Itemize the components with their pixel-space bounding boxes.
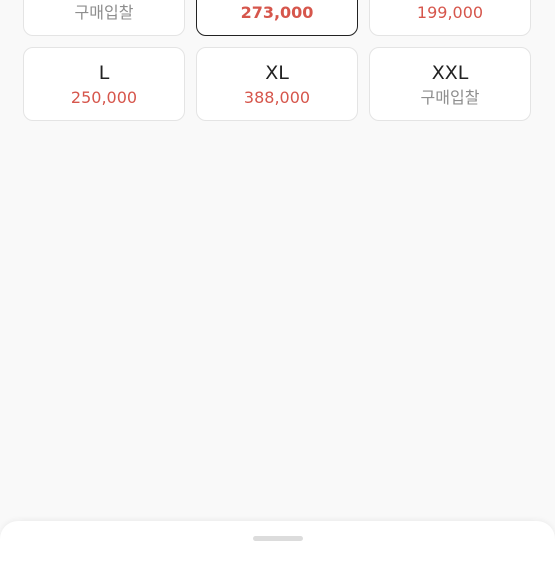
size-option-xxl[interactable]: XXL 구매입찰 bbox=[369, 47, 531, 121]
size-option-top-right[interactable]: 199,000 bbox=[369, 0, 531, 36]
size-label: L bbox=[98, 62, 110, 84]
size-options-grid: 구매입찰 273,000 199,000 L 250,000 XL 388,00… bbox=[23, 0, 533, 121]
size-price: 199,000 bbox=[416, 3, 484, 22]
size-price: 구매입찰 bbox=[420, 88, 480, 107]
drag-handle[interactable] bbox=[253, 536, 303, 541]
size-option-top-left[interactable]: 구매입찰 bbox=[23, 0, 185, 36]
size-option-l[interactable]: L 250,000 bbox=[23, 47, 185, 121]
size-label: XXL bbox=[431, 62, 469, 84]
size-label: XL bbox=[265, 62, 289, 84]
size-option-xl[interactable]: XL 388,000 bbox=[196, 47, 358, 121]
size-price: 273,000 bbox=[240, 3, 314, 22]
size-price: 388,000 bbox=[243, 88, 311, 107]
size-price: 구매입찰 bbox=[74, 3, 134, 22]
size-option-top-middle-selected[interactable]: 273,000 bbox=[196, 0, 358, 36]
size-price: 250,000 bbox=[70, 88, 138, 107]
bottom-sheet[interactable] bbox=[0, 521, 555, 581]
